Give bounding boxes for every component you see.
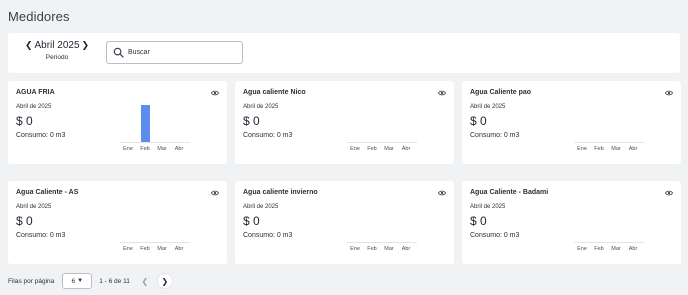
month-tick: Feb <box>367 246 377 252</box>
meter-title: Agua caliente Nico <box>243 89 306 96</box>
meter-card[interactable]: Agua caliente invierno Abril de 2025 $ 0 Co… <box>235 181 454 264</box>
chevron-left-icon[interactable]: ❮ <box>138 274 152 288</box>
meter-period: Abril de 2025 <box>470 104 506 110</box>
meter-title: Agua Caliente - AS <box>16 189 79 196</box>
month-tick: Feb <box>367 146 377 152</box>
meter-period: Abril de 2025 <box>470 204 506 210</box>
chevron-right-icon[interactable]: ❯ <box>157 274 172 288</box>
meter-consumption: Consumo: 0 m3 <box>470 132 520 139</box>
meter-amount: $ 0 <box>16 214 33 228</box>
month-tick: Feb <box>140 246 150 252</box>
page-range: 1 - 6 de 11 <box>99 277 130 285</box>
mini-bar-chart: Ene Feb Mar Abr <box>574 201 644 259</box>
search-input[interactable] <box>128 49 238 56</box>
meter-amount: $ 0 <box>470 114 487 128</box>
month-tick: Ene <box>350 246 360 252</box>
chart-baseline <box>120 142 190 143</box>
month-tick: Abr <box>401 246 411 252</box>
month-tick: Mar <box>611 246 621 252</box>
search-icon <box>113 47 124 58</box>
period-selector: ❮ Abril 2025 ❯ Periodo <box>22 40 92 61</box>
eye-icon[interactable] <box>665 190 673 196</box>
chart-baseline <box>574 142 644 143</box>
meter-card[interactable]: AGUA FRIA Abril de 2025 $ 0 Consumo: 0 m3 En… <box>8 81 227 164</box>
meter-consumption: Consumo: 0 m3 <box>470 232 520 239</box>
search-box[interactable] <box>106 41 243 64</box>
month-tick: Mar <box>611 146 621 152</box>
month-tick: Mar <box>157 146 167 152</box>
caret-down-icon: ▼ <box>77 278 84 284</box>
mini-bar-chart: Ene Feb Mar Abr <box>120 201 190 259</box>
meter-consumption: Consumo: 0 m3 <box>16 232 66 239</box>
eye-icon[interactable] <box>438 190 446 196</box>
month-tick: Mar <box>157 246 167 252</box>
eye-icon[interactable] <box>665 90 673 96</box>
meter-title: AGUA FRIA <box>16 89 55 96</box>
meter-period: Abril de 2025 <box>16 104 52 110</box>
month-tick: Ene <box>350 146 360 152</box>
rows-per-page-label: Filas por página <box>8 277 55 285</box>
month-tick: Mar <box>384 246 394 252</box>
eye-icon[interactable] <box>211 90 219 96</box>
meter-card[interactable]: Agua Caliente - AS Abril de 2025 $ 0 Consum… <box>8 181 227 264</box>
month-tick: Ene <box>577 246 587 252</box>
eye-icon[interactable] <box>211 190 219 196</box>
pagination: Filas por página 6 ▼ 1 - 6 de 11 ❮ ❯ <box>8 272 172 290</box>
meter-period: Abril de 2025 <box>243 204 279 210</box>
chart-baseline <box>347 142 417 143</box>
meter-consumption: Consumo: 0 m3 <box>243 232 293 239</box>
filter-bar: ❮ Abril 2025 ❯ Periodo <box>8 33 680 73</box>
month-tick: Abr <box>628 246 638 252</box>
chart-bar <box>140 105 150 142</box>
chevron-left-icon[interactable]: ❮ <box>25 41 33 50</box>
meter-period: Abril de 2025 <box>16 204 52 210</box>
meter-title: Agua caliente invierno <box>243 189 318 196</box>
month-tick: Abr <box>174 146 184 152</box>
meter-card[interactable]: Agua Caliente - Badami Abril de 2025 $ 0 Co… <box>462 181 681 264</box>
rows-per-page-value: 6 <box>71 277 76 285</box>
meter-card[interactable]: Agua caliente Nico Abril de 2025 $ 0 Consum… <box>235 81 454 164</box>
meter-title: Agua Caliente - Badami <box>470 189 549 196</box>
period-label: Periodo <box>45 54 69 61</box>
rows-per-page-select[interactable]: 6 ▼ <box>62 273 93 289</box>
month-tick: Ene <box>123 246 133 252</box>
month-tick: Feb <box>594 246 604 252</box>
month-tick: Feb <box>594 146 604 152</box>
meter-amount: $ 0 <box>243 114 260 128</box>
meter-card[interactable]: Agua Caliente pao Abril de 2025 $ 0 Consumo… <box>462 81 681 164</box>
meter-title: Agua Caliente pao <box>470 89 532 96</box>
month-tick: Feb <box>140 146 150 152</box>
month-tick: Abr <box>174 246 184 252</box>
meter-consumption: Consumo: 0 m3 <box>16 132 66 139</box>
meter-period: Abril de 2025 <box>243 104 279 110</box>
chart-baseline <box>574 242 644 243</box>
month-tick: Ene <box>577 146 587 152</box>
chart-baseline <box>120 242 190 243</box>
chevron-right-icon[interactable]: ❯ <box>82 41 90 50</box>
period-value: Abril 2025 <box>34 40 80 51</box>
meter-consumption: Consumo: 0 m3 <box>243 132 293 139</box>
meter-amount: $ 0 <box>470 214 487 228</box>
month-tick: Abr <box>401 146 411 152</box>
month-tick: Abr <box>628 146 638 152</box>
chart-baseline <box>347 242 417 243</box>
month-tick: Ene <box>123 146 133 152</box>
mini-bar-chart: Ene Feb Mar Abr <box>574 101 644 159</box>
meter-amount: $ 0 <box>16 114 33 128</box>
eye-icon[interactable] <box>438 90 446 96</box>
meter-amount: $ 0 <box>243 214 260 228</box>
mini-bar-chart: Ene Feb Mar Abr <box>120 101 190 159</box>
month-tick: Mar <box>384 146 394 152</box>
mini-bar-chart: Ene Feb Mar Abr <box>347 201 417 259</box>
mini-bar-chart: Ene Feb Mar Abr <box>347 101 417 159</box>
page-title: Medidores <box>8 9 70 24</box>
